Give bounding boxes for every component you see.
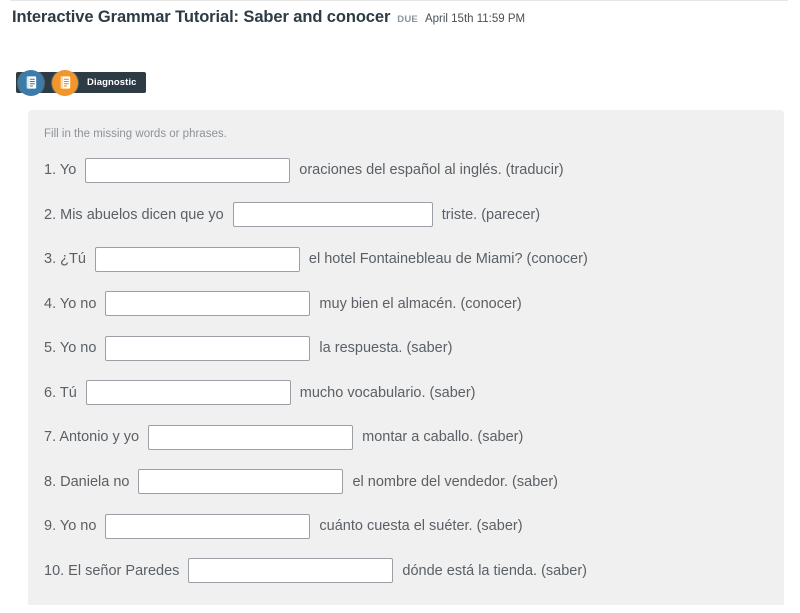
answer-input-3[interactable]	[94, 246, 300, 272]
question-suffix-text: montar a caballo. (saber)	[362, 429, 524, 446]
question-prefix-text: 3. ¿Tú	[44, 251, 86, 268]
question-row: 10. El señor Paredes dónde está la tienda…	[28, 549, 784, 594]
answer-input-1[interactable]	[85, 157, 291, 183]
quiz-instructions: Fill in the missing words or phrases.	[44, 128, 227, 140]
page-title: Interactive Grammar Tutorial: Saber and …	[12, 8, 391, 26]
due-date: April 15th 11:59 PM	[424, 13, 526, 25]
question-prefix-text: 8. Daniela no	[44, 473, 130, 490]
question-prefix-text: 4. Yo no	[44, 295, 97, 312]
answer-input-7[interactable]	[148, 424, 354, 450]
question-suffix-text: muy bien el almacén. (conocer)	[319, 295, 522, 312]
question-row: 4. Yo no muy bien el almacén. (conocer)	[28, 282, 784, 327]
diagnostic-tooltip-label: Diagnostic	[87, 77, 137, 88]
question-suffix-text: oraciones del español al inglés. (traduc…	[299, 162, 564, 179]
question-suffix-text: dónde está la tienda. (saber)	[402, 562, 588, 579]
question-row: 7. Antonio y yo montar a caballo. (saber)	[28, 415, 784, 460]
question-prefix-text: 10. El señor Paredes	[44, 562, 180, 579]
question-prefix-text: 5. Yo no	[44, 340, 97, 357]
answer-input-8[interactable]	[138, 469, 344, 495]
answer-input-5[interactable]	[105, 335, 311, 361]
question-row: 1. Yo oraciones del español al inglés. (t…	[28, 148, 784, 193]
question-list: 1. Yo oraciones del español al inglés. (t…	[28, 148, 784, 593]
question-suffix-text: la respuesta. (saber)	[319, 340, 453, 357]
question-row: 3. ¿Tú el hotel Fontainebleau de Miami? (…	[28, 237, 784, 282]
question-suffix-text: cuánto cuesta el suéter. (saber)	[319, 518, 523, 535]
question-row: 6. Tú mucho vocabulario. (saber)	[28, 371, 784, 416]
question-suffix-text: triste. (parecer)	[441, 206, 541, 223]
question-suffix-text: mucho vocabulario. (saber)	[299, 384, 476, 401]
question-prefix-text: 6. Tú	[44, 384, 77, 401]
question-row: 8. Daniela no el nombre del vendedor. (sa…	[28, 460, 784, 505]
answer-input-4[interactable]	[105, 291, 311, 317]
question-row: 5. Yo no la respuesta. (saber)	[28, 326, 784, 371]
question-prefix-text: 1. Yo	[44, 162, 77, 179]
question-row: 2. Mis abuelos dicen que yo triste. (pare…	[28, 193, 784, 238]
question-suffix-text: el hotel Fontainebleau de Miami? (conoce…	[308, 251, 588, 268]
document-icon-orange[interactable]	[52, 69, 78, 96]
answer-input-10[interactable]	[188, 558, 394, 584]
answer-input-9[interactable]	[105, 513, 311, 539]
diagnostic-badge-bar: Diagnostic	[16, 69, 146, 96]
question-row: 9. Yo no cuánto cuesta el suéter. (saber)	[28, 504, 784, 549]
top-divider	[10, 0, 788, 1]
due-label: DUE	[397, 14, 418, 25]
assignment-header: Interactive Grammar Tutorial: Saber and …	[12, 8, 788, 36]
answer-input-2[interactable]	[232, 202, 433, 228]
document-icon-blue[interactable]	[18, 69, 44, 96]
question-prefix-text: 7. Antonio y yo	[44, 429, 140, 446]
answer-input-6[interactable]	[85, 380, 291, 406]
question-prefix-text: 9. Yo no	[44, 518, 97, 535]
question-prefix-text: 2. Mis abuelos dicen que yo	[44, 206, 224, 223]
quiz-panel: Fill in the missing words or phrases. 1.…	[28, 110, 784, 605]
question-suffix-text: el nombre del vendedor. (saber)	[352, 473, 558, 490]
